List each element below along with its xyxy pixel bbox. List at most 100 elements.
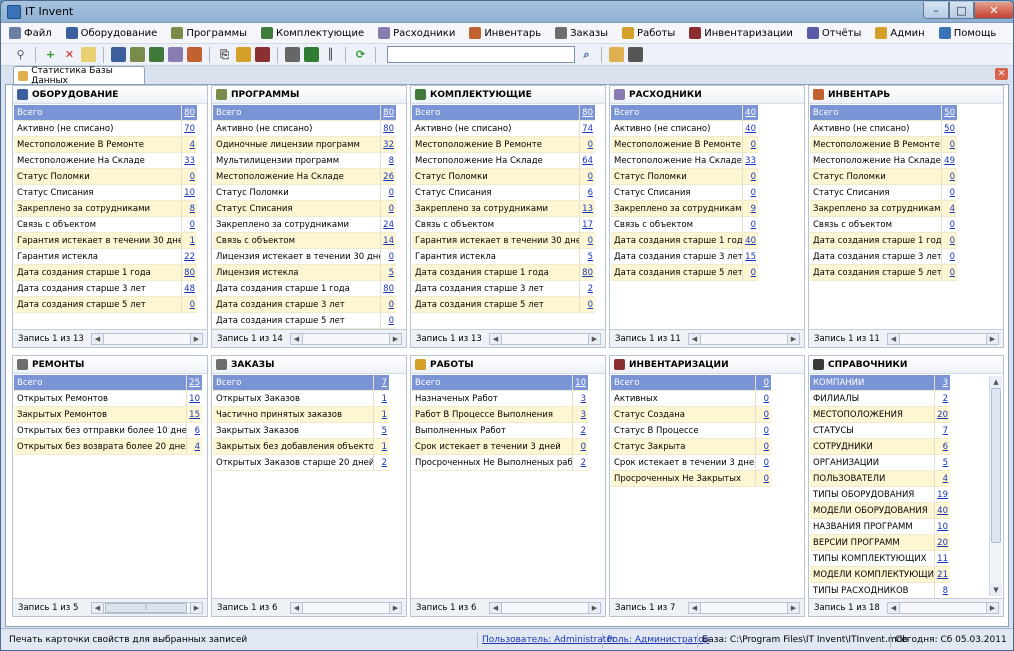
table-row[interactable]: Мультилицензии программ 8: [213, 153, 396, 169]
table-row[interactable]: Всего 0: [611, 375, 771, 391]
table-row[interactable]: Срок истекает в течении 3 дней 0: [611, 455, 771, 471]
find-icon[interactable]: ⚲: [13, 47, 28, 62]
row-count-link[interactable]: 0: [755, 423, 771, 438]
row-count-link[interactable]: 13: [579, 201, 595, 216]
row-count-link[interactable]: 0: [755, 375, 771, 390]
row-count-link[interactable]: 10: [934, 519, 950, 534]
scroll-left-icon[interactable]: ◀: [290, 333, 303, 345]
consumables-icon[interactable]: [168, 47, 183, 62]
table-row[interactable]: Статус Списания 6: [412, 185, 595, 201]
row-count-link[interactable]: 6: [934, 439, 950, 454]
table-row[interactable]: Гарантия истекает в течении 30 дней 0: [412, 233, 595, 249]
works-icon[interactable]: [236, 47, 251, 62]
row-count-link[interactable]: 50: [941, 105, 957, 120]
table-row[interactable]: Открытых без возврата более 20 дней 4: [14, 439, 202, 455]
row-count-link[interactable]: 3: [572, 407, 588, 422]
table-row[interactable]: Открытых Заказов старше 20 дней 2: [213, 455, 389, 471]
table-row[interactable]: Статус Списания 0: [611, 185, 758, 201]
menu-reports[interactable]: Отчёты: [806, 27, 861, 39]
table-row[interactable]: Лицензия истекла 5: [213, 265, 396, 281]
table-row[interactable]: Связь с объектом 0: [810, 217, 957, 233]
delete-icon[interactable]: ✕: [62, 47, 77, 62]
folder-icon[interactable]: [609, 47, 624, 62]
table-row[interactable]: Активных 0: [611, 391, 771, 407]
row-count-link[interactable]: 80: [380, 121, 396, 136]
row-count-link[interactable]: 20: [934, 535, 950, 550]
row-count-link[interactable]: 0: [941, 217, 957, 232]
row-count-link[interactable]: 2: [572, 455, 588, 470]
software-icon[interactable]: [130, 47, 145, 62]
table-row[interactable]: Открытых Ремонтов 10: [14, 391, 202, 407]
edit-icon[interactable]: [81, 47, 96, 62]
scroll-left-icon[interactable]: ◀: [887, 333, 900, 345]
table-row[interactable]: Дата создания старше 1 года 80: [412, 265, 595, 281]
components-icon[interactable]: [149, 47, 164, 62]
scroll-right-icon[interactable]: ▶: [190, 333, 203, 345]
print-icon[interactable]: [285, 47, 300, 62]
row-count-link[interactable]: 17: [579, 217, 595, 232]
menu-paperclip[interactable]: Заказы: [555, 27, 608, 39]
horizontal-scrollbar[interactable]: [688, 602, 800, 614]
scroll-right-icon[interactable]: ▶: [389, 602, 402, 614]
menu-help[interactable]: Помощь: [938, 27, 996, 39]
table-row[interactable]: Просроченных Не Выполненых работ 2: [412, 455, 588, 471]
status-role-link[interactable]: Роль: Администратор: [602, 633, 710, 648]
table-row[interactable]: Закреплено за сотрудниками 8: [14, 201, 197, 217]
scroll-right-icon[interactable]: ▶: [787, 602, 800, 614]
table-row[interactable]: Всего 25: [14, 375, 202, 391]
row-count-link[interactable]: 8: [934, 583, 950, 598]
table-row[interactable]: Закреплено за сотрудниками 24: [213, 217, 396, 233]
row-count-link[interactable]: 26: [380, 169, 396, 184]
row-count-link[interactable]: 50: [941, 121, 957, 136]
horizontal-scrollbar[interactable]: [489, 333, 601, 345]
table-row[interactable]: Активно (не списано) 74: [412, 121, 595, 137]
vertical-scrollbar[interactable]: ▲ ▼: [989, 376, 1002, 596]
table-row[interactable]: Назначеных Работ 3: [412, 391, 588, 407]
table-row[interactable]: Всего 7: [213, 375, 389, 391]
row-count-link[interactable]: 40: [742, 233, 758, 248]
row-count-link[interactable]: 5: [934, 455, 950, 470]
row-count-link[interactable]: 0: [755, 407, 771, 422]
tab-statistics[interactable]: Статистика Базы Данных: [13, 66, 145, 86]
menu-inventory[interactable]: Инвентарь: [469, 27, 541, 39]
table-row[interactable]: Открытых без отправки более 10 дней 6: [14, 423, 202, 439]
table-row[interactable]: Статус Закрыта 0: [611, 439, 771, 455]
scroll-left-icon[interactable]: ◀: [290, 602, 303, 614]
scroll-right-icon[interactable]: ▶: [389, 333, 402, 345]
table-row[interactable]: ТИПЫ РАСХОДНИКОВ 8: [810, 583, 950, 599]
scroll-left-icon[interactable]: ◀: [489, 602, 502, 614]
row-count-link[interactable]: 0: [579, 169, 595, 184]
row-count-link[interactable]: 0: [941, 233, 957, 248]
scroll-right-icon[interactable]: ▶: [588, 333, 601, 345]
scroll-left-icon[interactable]: ◀: [887, 602, 900, 614]
row-count-link[interactable]: 3: [572, 391, 588, 406]
table-row[interactable]: ОРГАНИЗАЦИИ 5: [810, 455, 950, 471]
row-count-link[interactable]: 0: [579, 233, 595, 248]
row-count-link[interactable]: 24: [380, 217, 396, 232]
row-count-link[interactable]: 0: [941, 265, 957, 280]
horizontal-scrollbar[interactable]: [688, 333, 800, 345]
table-row[interactable]: Связь с объектом 17: [412, 217, 595, 233]
table-row[interactable]: Срок истекает в течении 3 дней 0: [412, 439, 588, 455]
scroll-left-icon[interactable]: ◀: [688, 602, 701, 614]
row-count-link[interactable]: 2: [579, 281, 595, 296]
table-row[interactable]: ПОЛЬЗОВАТЕЛИ 4: [810, 471, 950, 487]
table-row[interactable]: Местоположение На Складе 33: [14, 153, 197, 169]
row-count-link[interactable]: 10: [181, 185, 197, 200]
table-row[interactable]: Работ В Процессе Выполнения 3: [412, 407, 588, 423]
table-row[interactable]: Активно (не списано) 80: [213, 121, 396, 137]
table-row[interactable]: Всего 80: [14, 105, 197, 121]
row-count-link[interactable]: 0: [742, 265, 758, 280]
row-count-link[interactable]: 0: [742, 137, 758, 152]
table-row[interactable]: Активно (не списано) 40: [611, 121, 758, 137]
scroll-right-icon[interactable]: ▶: [588, 602, 601, 614]
excel-export-icon[interactable]: [304, 47, 319, 62]
table-row[interactable]: Местоположение На Складе 26: [213, 169, 396, 185]
table-row[interactable]: Закрытых Ремонтов 15: [14, 407, 202, 423]
table-row[interactable]: Гарантия истекла 22: [14, 249, 197, 265]
table-row[interactable]: Дата создания старше 5 лет 0: [412, 297, 595, 313]
row-count-link[interactable]: 0: [755, 439, 771, 454]
row-count-link[interactable]: 10: [186, 391, 202, 406]
row-count-link[interactable]: 6: [579, 185, 595, 200]
table-row[interactable]: Дата создания старше 1 года 0: [810, 233, 957, 249]
